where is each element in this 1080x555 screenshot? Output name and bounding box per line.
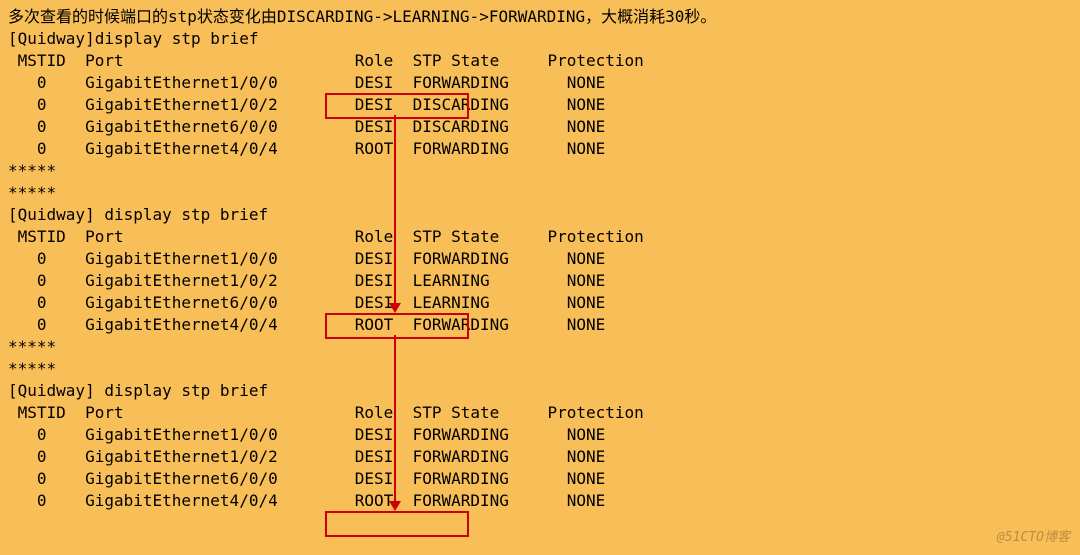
cmd-line: [Quidway]display stp brief <box>8 28 1072 50</box>
intro-text: 多次查看的时候端口的stp状态变化由DISCARDING->LEARNING->… <box>8 6 1072 28</box>
cmd-line: [Quidway] display stp brief <box>8 204 1072 226</box>
table-row: 0 GigabitEthernet1/0/0 DESI FORWARDING N… <box>8 248 1072 270</box>
table-row: 0 GigabitEthernet1/0/0 DESI FORWARDING N… <box>8 72 1072 94</box>
table-row: 0 GigabitEthernet6/0/0 DESI FORWARDING N… <box>8 468 1072 490</box>
watermark: @51CTO博客 <box>997 527 1070 549</box>
separator: ***** <box>8 160 1072 182</box>
separator: ***** <box>8 336 1072 358</box>
terminal-output: 多次查看的时候端口的stp状态变化由DISCARDING->LEARNING->… <box>0 0 1080 518</box>
table-row: 0 GigabitEthernet4/0/4 ROOT FORWARDING N… <box>8 314 1072 336</box>
table-row: 0 GigabitEthernet1/0/2 DESI FORWARDING N… <box>8 446 1072 468</box>
table-row: 0 GigabitEthernet4/0/4 ROOT FORWARDING N… <box>8 138 1072 160</box>
table-row: 0 GigabitEthernet6/0/0 DESI DISCARDING N… <box>8 116 1072 138</box>
separator: ***** <box>8 182 1072 204</box>
separator: ***** <box>8 358 1072 380</box>
table-row: 0 GigabitEthernet4/0/4 ROOT FORWARDING N… <box>8 490 1072 512</box>
table-row: 0 GigabitEthernet1/0/0 DESI FORWARDING N… <box>8 424 1072 446</box>
table-header: MSTID Port Role STP State Protection <box>8 50 1072 72</box>
table-row: 0 GigabitEthernet1/0/2 DESI DISCARDING N… <box>8 94 1072 116</box>
table-row: 0 GigabitEthernet1/0/2 DESI LEARNING NON… <box>8 270 1072 292</box>
table-row: 0 GigabitEthernet6/0/0 DESI LEARNING NON… <box>8 292 1072 314</box>
cmd-line: [Quidway] display stp brief <box>8 380 1072 402</box>
table-header: MSTID Port Role STP State Protection <box>8 226 1072 248</box>
table-header: MSTID Port Role STP State Protection <box>8 402 1072 424</box>
